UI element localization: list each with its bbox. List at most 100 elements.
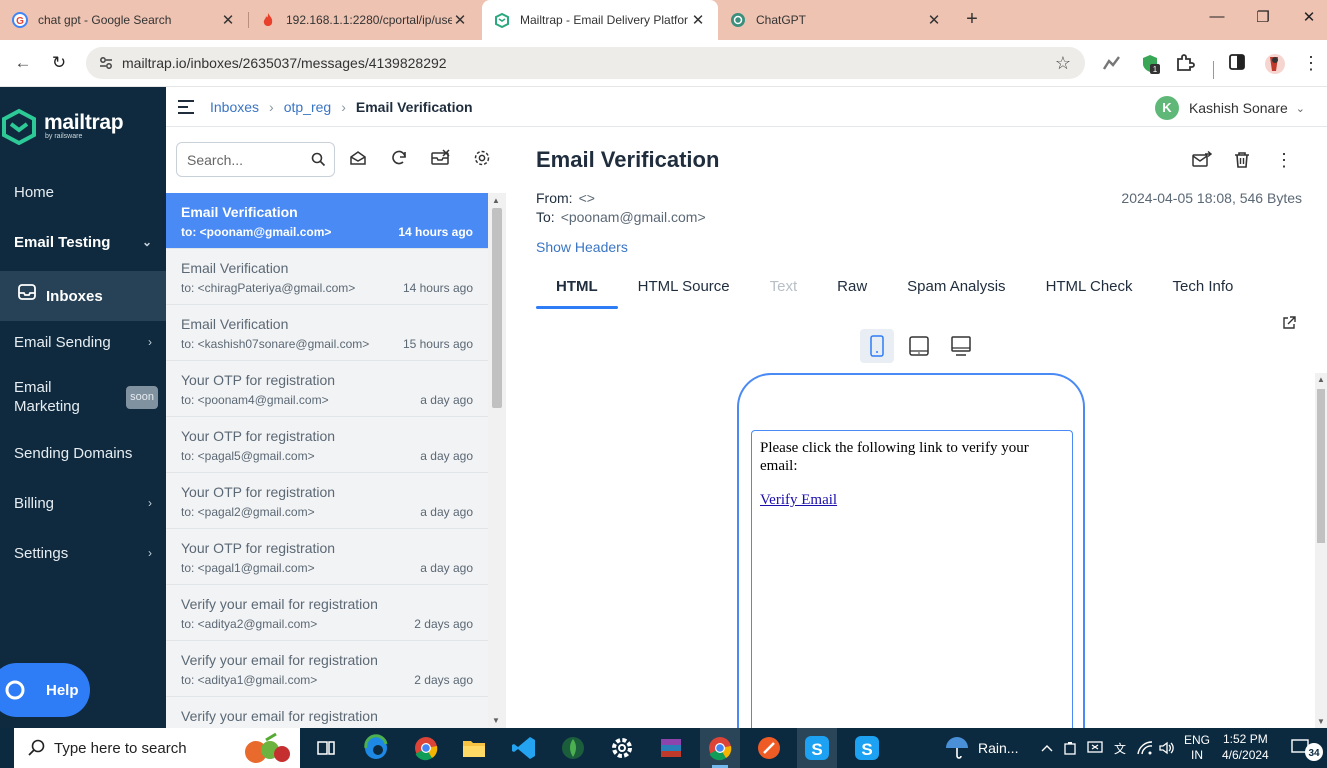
scroll-up-icon[interactable]: ▲ xyxy=(1317,375,1325,384)
mailtrap-logo[interactable]: mailtrap by railsware xyxy=(0,107,124,145)
minimize-button[interactable]: — xyxy=(1202,8,1232,32)
browser-tab-cportal[interactable]: 192.168.1.1:2280/cportal/ip/use ✕ xyxy=(248,0,480,40)
extension-chart-icon[interactable] xyxy=(1102,53,1124,75)
list-item[interactable]: Email Verification to: <poonam@gmail.com>… xyxy=(166,193,488,249)
list-item[interactable]: Your OTP for registration to: <pagal5@gma… xyxy=(166,417,488,473)
mobile-view-button[interactable] xyxy=(860,329,894,363)
list-item[interactable]: Email Verification to: <kashish07sonare@g… xyxy=(166,305,488,361)
task-view-icon[interactable] xyxy=(312,734,340,762)
language-indicator[interactable]: ENG IN xyxy=(1184,728,1210,768)
tab-html-source[interactable]: HTML Source xyxy=(618,275,750,309)
tray-battery-icon[interactable] xyxy=(1063,728,1077,768)
puzzle-icon[interactable] xyxy=(1175,53,1197,75)
new-tab-button[interactable]: + xyxy=(960,8,984,32)
preview-scrollbar[interactable]: ▲ ▼ xyxy=(1315,373,1327,728)
search-input[interactable]: Search... xyxy=(176,142,335,177)
reload-icon[interactable]: ↻ xyxy=(48,53,70,75)
list-scrollbar[interactable]: ▲ ▼ xyxy=(488,193,506,728)
tray-display-icon[interactable] xyxy=(1086,728,1104,768)
scrollbar-thumb[interactable] xyxy=(1317,389,1325,543)
sidebar-item-inboxes[interactable]: Inboxes xyxy=(0,271,166,321)
list-item[interactable]: Your OTP for registration to: <pagal1@gma… xyxy=(166,529,488,585)
tablet-view-button[interactable] xyxy=(902,329,936,363)
sidebar-item-email-sending[interactable]: Email Sending › xyxy=(0,321,166,363)
gear-icon[interactable] xyxy=(473,149,495,171)
chrome-icon[interactable] xyxy=(412,734,440,762)
help-button[interactable]: Help xyxy=(0,663,90,717)
close-icon[interactable]: ✕ xyxy=(690,11,706,29)
url-bar[interactable]: mailtrap.io/inboxes/2635037/messages/413… xyxy=(86,47,1085,79)
settings-gear-icon[interactable] xyxy=(608,734,636,762)
tab-html[interactable]: HTML xyxy=(536,275,618,309)
mongodb-icon[interactable] xyxy=(559,734,587,762)
file-explorer-icon[interactable] xyxy=(460,734,488,762)
list-item[interactable]: Email Verification to: <chiragPateriya@gm… xyxy=(166,249,488,305)
more-options-icon[interactable]: ⋮ xyxy=(1274,151,1294,171)
browser-tab-mailtrap[interactable]: Mailtrap - Email Delivery Platfor ✕ xyxy=(482,0,718,40)
edge-icon[interactable] xyxy=(362,734,390,762)
trash-icon[interactable] xyxy=(1233,151,1253,171)
input-method-icon[interactable]: 文 xyxy=(1111,728,1129,768)
postman-icon[interactable] xyxy=(755,734,783,762)
sidebar-item-billing[interactable]: Billing › xyxy=(0,482,166,524)
skype-active-icon[interactable]: S xyxy=(797,728,837,768)
breadcrumb-inbox[interactable]: otp_reg xyxy=(284,99,331,115)
site-settings-icon[interactable] xyxy=(98,55,114,71)
list-item[interactable]: Verify your email for registration to: <a… xyxy=(166,641,488,697)
tab-raw[interactable]: Raw xyxy=(817,275,887,309)
vscode-icon[interactable] xyxy=(510,734,538,762)
side-panel-icon[interactable] xyxy=(1228,53,1250,75)
wifi-icon[interactable] xyxy=(1136,728,1154,768)
open-external-icon[interactable] xyxy=(1281,315,1297,331)
list-item[interactable]: Verify your email for registration to: <a… xyxy=(166,585,488,641)
extension-shield-icon[interactable]: 1 xyxy=(1140,53,1162,75)
more-menu-icon[interactable]: ⋮ xyxy=(1300,53,1322,75)
sidebar-item-email-marketing[interactable]: Email Marketing soon xyxy=(0,371,166,423)
weather-widget[interactable]: Rain... xyxy=(944,728,1018,768)
svg-text:S: S xyxy=(861,740,872,759)
back-arrow-icon[interactable]: ← xyxy=(12,53,34,75)
scroll-down-icon[interactable]: ▼ xyxy=(1317,717,1325,726)
tab-tech-info[interactable]: Tech Info xyxy=(1153,275,1254,309)
chrome-active-icon[interactable] xyxy=(700,728,740,768)
browser-tab-chatgpt[interactable]: ChatGPT ✕ xyxy=(718,0,954,40)
maximize-button[interactable]: ❐ xyxy=(1248,8,1278,32)
sidebar-item-settings[interactable]: Settings › xyxy=(0,532,166,574)
close-icon[interactable]: ✕ xyxy=(220,11,236,29)
tab-spam-analysis[interactable]: Spam Analysis xyxy=(887,275,1025,309)
forward-email-icon[interactable] xyxy=(1192,151,1212,171)
scroll-up-icon[interactable]: ▲ xyxy=(492,196,500,205)
profile-avatar-icon[interactable] xyxy=(1264,53,1286,75)
verify-email-link[interactable]: Verify Email xyxy=(760,491,837,509)
hamburger-menu-icon[interactable] xyxy=(178,99,196,114)
volume-icon[interactable] xyxy=(1158,728,1176,768)
scrollbar-thumb[interactable] xyxy=(492,208,502,408)
notification-center-icon[interactable]: 34 xyxy=(1290,728,1324,768)
chevron-up-icon[interactable] xyxy=(1040,728,1054,768)
breadcrumb-inboxes[interactable]: Inboxes xyxy=(210,99,259,115)
refresh-icon[interactable] xyxy=(390,149,412,171)
tab-html-check[interactable]: HTML Check xyxy=(1026,275,1153,309)
skype-icon[interactable]: S xyxy=(853,734,881,762)
clock-date: 4/6/2024 xyxy=(1222,748,1269,762)
desktop-view-button[interactable] xyxy=(944,329,978,363)
close-window-button[interactable]: ✕ xyxy=(1294,8,1324,32)
clear-inbox-icon[interactable] xyxy=(431,149,453,171)
scroll-down-icon[interactable]: ▼ xyxy=(492,716,500,725)
list-item[interactable]: Your OTP for registration to: <poonam4@gm… xyxy=(166,361,488,417)
bookmark-star-icon[interactable]: ☆ xyxy=(1055,53,1071,74)
taskbar-search[interactable]: Type here to search xyxy=(14,728,300,768)
close-icon[interactable]: ✕ xyxy=(452,11,468,29)
sidebar-item-home[interactable]: Home xyxy=(0,171,166,213)
mark-read-icon[interactable] xyxy=(349,149,371,171)
close-icon[interactable]: ✕ xyxy=(926,11,942,29)
winrar-icon[interactable] xyxy=(657,734,685,762)
show-headers-link[interactable]: Show Headers xyxy=(536,239,628,255)
clock[interactable]: 1:52 PM 4/6/2024 xyxy=(1222,731,1269,763)
browser-tab-google[interactable]: G chat gpt - Google Search ✕ xyxy=(0,0,248,40)
sidebar-item-email-testing[interactable]: Email Testing ⌄ xyxy=(0,221,166,263)
list-item[interactable]: Your OTP for registration to: <pagal2@gma… xyxy=(166,473,488,529)
user-menu[interactable]: K Kashish Sonare ⌄ xyxy=(1154,96,1305,120)
sidebar-item-sending-domains[interactable]: Sending Domains xyxy=(0,432,166,474)
list-item[interactable]: Verify your email for registration xyxy=(166,697,488,728)
